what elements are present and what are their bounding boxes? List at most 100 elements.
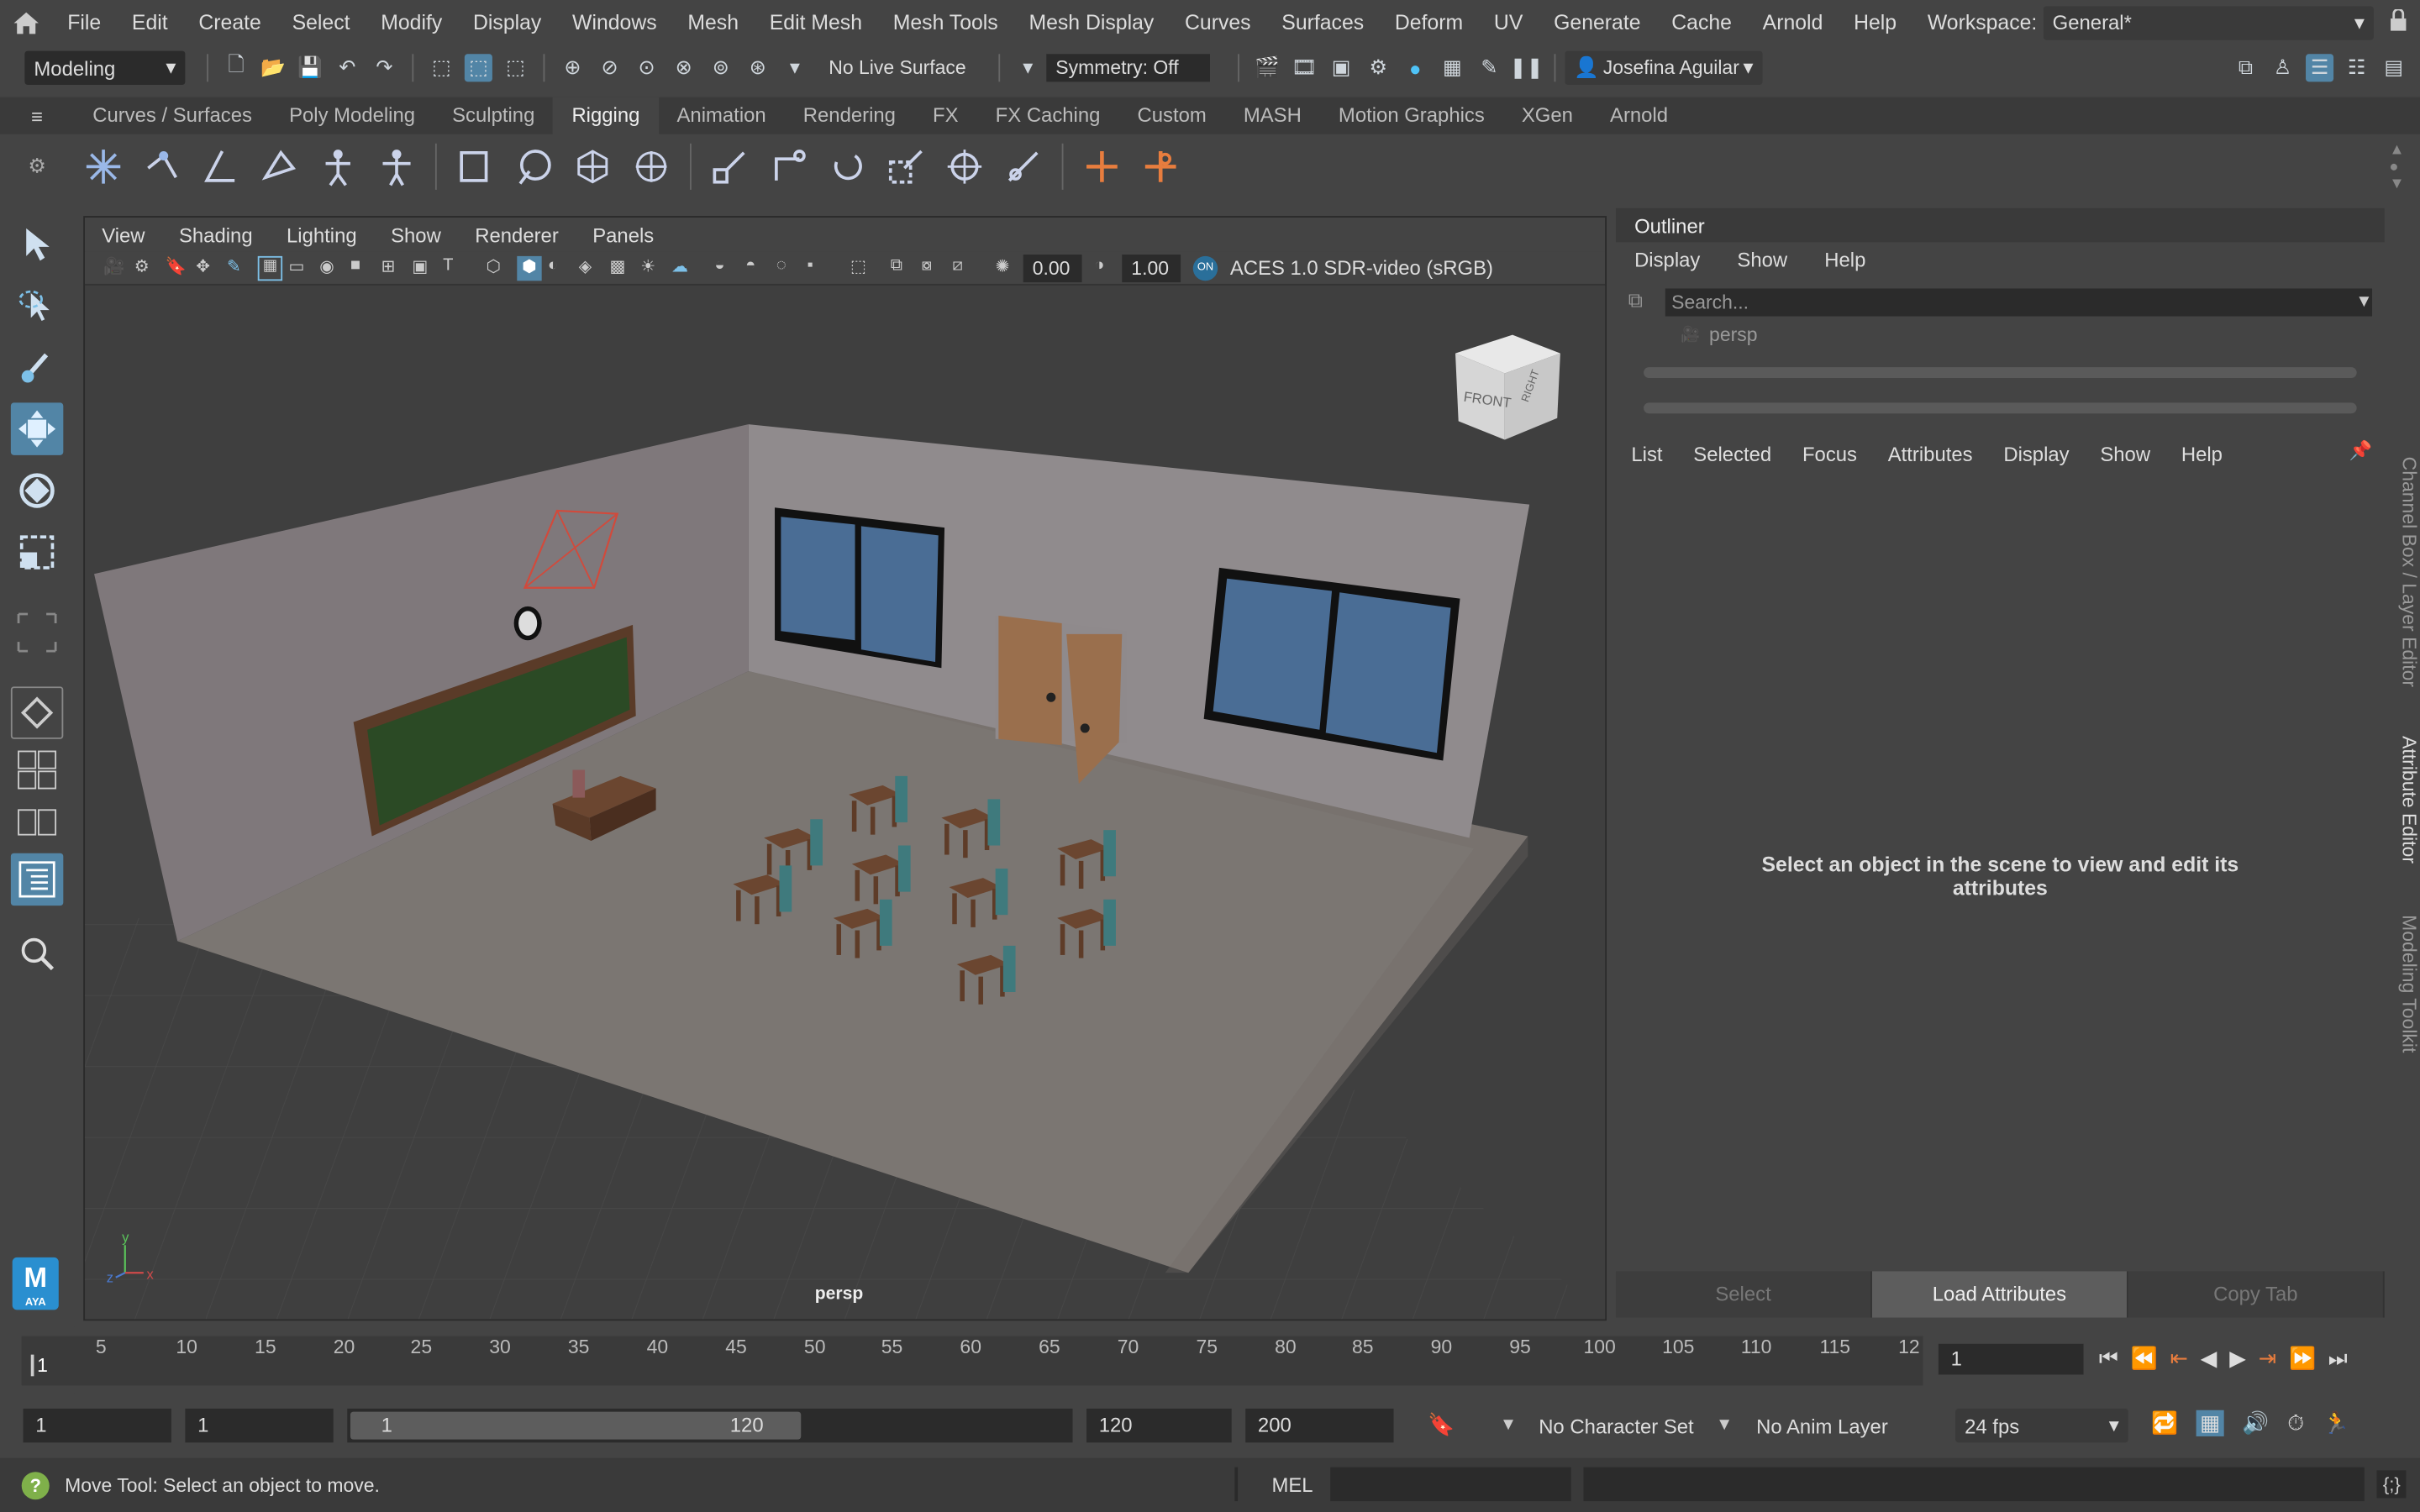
sound-icon[interactable]: 🔊 xyxy=(2242,1410,2269,1436)
single-perspective-layout-icon[interactable] xyxy=(10,686,64,739)
attribute-editor-toggle-icon[interactable]: ☰ xyxy=(2306,54,2334,82)
scale-tool-icon[interactable] xyxy=(11,526,63,578)
antialias-icon[interactable]: ◌ xyxy=(776,255,801,280)
time-ruler[interactable]: 1 5 10 15 20 25 30 35 40 45 50 55 60 65 … xyxy=(21,1336,1923,1386)
orient-constraint-icon[interactable] xyxy=(824,144,871,190)
ae-select-button[interactable]: Select xyxy=(1616,1271,1872,1318)
help-icon[interactable]: ? xyxy=(21,1471,50,1499)
camera-attributes-icon[interactable]: ⚙ xyxy=(134,255,159,280)
outliner-search-input[interactable]: Search... xyxy=(1665,288,2373,317)
arnold-ipr-icon[interactable]: ✎ xyxy=(1476,54,1503,81)
outliner-menu-help[interactable]: Help xyxy=(1806,245,1884,276)
ambient-occlusion-icon[interactable]: ◒ xyxy=(714,255,739,280)
character-set-dropdown[interactable]: No Character Set xyxy=(1539,1415,1693,1438)
textured-icon[interactable]: ◈ xyxy=(579,255,603,280)
ae-menu-help[interactable]: Help xyxy=(2165,439,2238,470)
render-current-icon[interactable]: 🎞 xyxy=(1290,54,1318,81)
home-icon[interactable] xyxy=(0,10,52,34)
menu-mesh[interactable]: Mesh xyxy=(672,11,754,34)
viewport-menu-shading[interactable]: Shading xyxy=(162,223,270,246)
bookmark-icon[interactable]: 🔖 xyxy=(166,255,190,280)
shelf-settings-icon[interactable]: ⚙ xyxy=(0,155,74,179)
menu-file[interactable]: File xyxy=(52,11,117,34)
menu-uv[interactable]: UV xyxy=(1479,11,1539,34)
shelf-tab-rendering[interactable]: Rendering xyxy=(785,97,914,134)
ae-menu-show[interactable]: Show xyxy=(2085,439,2165,470)
outliner-horizontal-scrollbar-2[interactable] xyxy=(1628,400,2372,415)
select-hierarchy-icon[interactable]: ⬚ xyxy=(428,54,455,81)
tab-channel-box-layer-editor[interactable]: Channel Box / Layer Editor xyxy=(2389,449,2420,696)
shadows-icon[interactable]: ☁ xyxy=(671,255,696,280)
menu-create[interactable]: Create xyxy=(183,11,276,34)
lattice-icon[interactable] xyxy=(570,144,616,190)
resolution-gate-icon[interactable]: ◉ xyxy=(319,255,344,280)
viewport-menu-show[interactable]: Show xyxy=(374,223,458,246)
chevron-down-icon[interactable]: ▾ xyxy=(1503,1412,1513,1436)
outliner-menu-display[interactable]: Display xyxy=(1616,245,1718,276)
keyframe-bookmark-icon[interactable]: 🔖 xyxy=(1428,1412,1455,1438)
point-constraint-icon[interactable] xyxy=(765,144,812,190)
shelf-tab-motion-graphics[interactable]: Motion Graphics xyxy=(1320,97,1503,134)
play-forward-icon[interactable]: ▶ xyxy=(2229,1346,2246,1372)
pole-vector-constraint-icon[interactable] xyxy=(1000,144,1046,190)
ae-menu-focus[interactable]: Focus xyxy=(1787,439,1873,470)
snap-view-icon[interactable]: ⊚ xyxy=(707,54,734,81)
shelf-tab-fx[interactable]: FX xyxy=(914,97,977,134)
shelf-tab-animation[interactable]: Animation xyxy=(658,97,784,134)
xray-joints-icon[interactable]: ⧇ xyxy=(922,255,946,280)
ik-handle-icon[interactable] xyxy=(256,144,302,190)
scene-view[interactable]: FRONT RIGHT y x z xyxy=(85,285,1607,1320)
menu-cache[interactable]: Cache xyxy=(1656,11,1747,34)
last-tool-icon[interactable] xyxy=(11,606,63,659)
step-back-frame-icon[interactable]: ⇤ xyxy=(2170,1346,2188,1372)
channel-box-icon[interactable]: ▤ xyxy=(2380,54,2407,81)
gate-mask-icon[interactable]: ■ xyxy=(350,255,375,280)
tab-modeling-toolkit[interactable]: Modeling Toolkit xyxy=(2389,907,2420,1062)
go-to-end-icon[interactable]: ⏭ xyxy=(2328,1346,2348,1372)
viewport-menu-lighting[interactable]: Lighting xyxy=(270,223,374,246)
smooth-shade-icon[interactable]: ⬢ xyxy=(517,255,542,281)
new-scene-icon[interactable]: 🗋 xyxy=(222,52,250,81)
playback-end-field[interactable]: 120 xyxy=(1086,1408,1232,1443)
shelf-menu-icon[interactable]: ≡ xyxy=(0,104,74,128)
shaded-wireframe-icon[interactable]: ◐ xyxy=(548,255,572,280)
hypershade-icon[interactable]: ● xyxy=(1402,54,1429,81)
menu-mesh-display[interactable]: Mesh Display xyxy=(1013,11,1170,34)
motion-blur-icon[interactable]: ◓ xyxy=(745,255,770,280)
chevron-down-icon[interactable]: ▾ xyxy=(781,54,808,81)
snap-grid-icon[interactable]: ⊕ xyxy=(559,54,587,81)
auto-key-icon[interactable]: ▦ xyxy=(2196,1410,2224,1436)
menu-select[interactable]: Select xyxy=(276,11,366,34)
outliner-layout-icon[interactable] xyxy=(10,853,64,906)
menu-mesh-tools[interactable]: Mesh Tools xyxy=(877,11,1013,34)
pencil-icon[interactable]: ✎ xyxy=(227,255,251,280)
time-slider[interactable]: 1 5 10 15 20 25 30 35 40 45 50 55 60 65 … xyxy=(0,1326,2420,1394)
save-scene-icon[interactable]: 💾 xyxy=(297,54,324,81)
viewport-menu-panels[interactable]: Panels xyxy=(576,223,671,246)
open-scene-icon[interactable]: 📂 xyxy=(260,54,287,81)
pause-icon[interactable]: ❚❚ xyxy=(1509,54,1543,81)
aim-constraint-icon[interactable] xyxy=(941,144,987,190)
shelf-tab-sculpting[interactable]: Sculpting xyxy=(434,97,553,134)
ipr-render-icon[interactable]: ▣ xyxy=(1328,54,1355,81)
lasso-tool-icon[interactable] xyxy=(11,279,63,331)
workspace-dropdown[interactable]: General* ▾ xyxy=(2043,5,2374,39)
checker-icon[interactable]: ▩ xyxy=(609,255,634,280)
menu-deform[interactable]: Deform xyxy=(1380,11,1479,34)
current-frame-field[interactable]: 1 xyxy=(1938,1343,2084,1375)
tab-attribute-editor[interactable]: Attribute Editor xyxy=(2389,730,2420,869)
render-settings-icon[interactable]: ⚙ xyxy=(1365,54,1392,81)
view-transform-label[interactable]: ACES 1.0 SDR-video (sRGB) xyxy=(1230,256,1493,280)
depth-of-field-icon[interactable]: ▪ xyxy=(808,255,832,280)
ae-copy-tab-button[interactable]: Copy Tab xyxy=(2128,1271,2385,1318)
symmetry-field[interactable]: Symmetry: Off xyxy=(1046,54,1210,82)
outliner-item-persp[interactable]: 🎥 persp xyxy=(1681,324,1757,346)
lights-icon[interactable]: ☀ xyxy=(640,255,665,280)
scale-constraint-icon[interactable] xyxy=(883,144,929,190)
safe-action-icon[interactable]: ▣ xyxy=(412,255,436,280)
mirror-joint-icon[interactable] xyxy=(197,144,244,190)
redo-icon[interactable]: ↷ xyxy=(371,54,398,81)
arnold-render-icon[interactable]: ▦ xyxy=(1439,54,1466,81)
user-account-dropdown[interactable]: 👤 Josefina Aguilar ▾ xyxy=(1565,50,1763,86)
menu-edit[interactable]: Edit xyxy=(117,11,183,34)
